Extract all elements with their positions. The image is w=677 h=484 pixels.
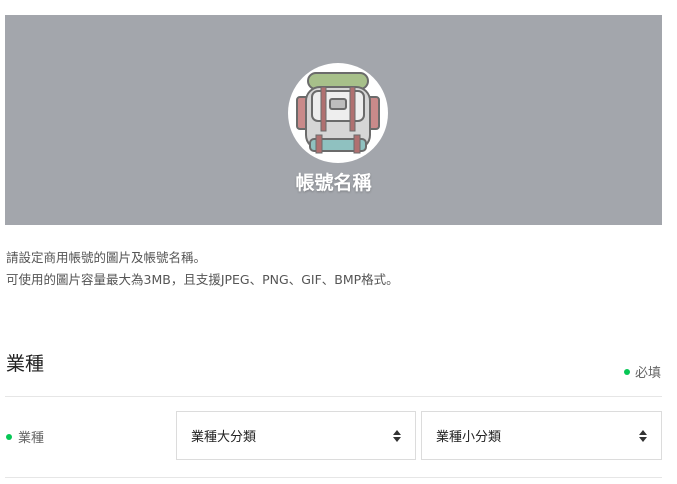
profile-description: 請設定商用帳號的圖片及帳號名稱。 可使用的圖片容量最大為3MB，且支援JPEG、… <box>6 247 399 291</box>
select-arrows-icon <box>393 429 401 442</box>
industry-label-text: 業種 <box>18 431 45 446</box>
required-dot-icon <box>623 368 630 375</box>
description-line-2: 可使用的圖片容量最大為3MB，且支援JPEG、PNG、GIF、BMP格式。 <box>6 272 399 287</box>
section-title: 業種 <box>6 353 45 375</box>
required-dot-icon <box>6 433 12 440</box>
industry-major-select-value: 業種大分類 <box>191 430 257 445</box>
industry-minor-select[interactable]: 業種小分類 <box>421 411 662 460</box>
required-label: 必填 <box>634 366 661 381</box>
backpack-avatar-icon <box>296 72 380 154</box>
industry-field-label: 業種 <box>6 427 44 446</box>
divider <box>5 396 662 397</box>
profile-banner: 帳號名稱 <box>5 15 662 225</box>
required-indicator: 必填 <box>623 362 661 381</box>
account-name[interactable]: 帳號名稱 <box>5 168 662 195</box>
profile-image-button[interactable] <box>288 63 388 163</box>
description-line-1: 請設定商用帳號的圖片及帳號名稱。 <box>6 250 207 265</box>
industry-minor-select-value: 業種小分類 <box>436 430 502 445</box>
divider <box>5 477 662 478</box>
industry-major-select[interactable]: 業種大分類 <box>176 411 416 460</box>
select-arrows-icon <box>639 429 647 442</box>
